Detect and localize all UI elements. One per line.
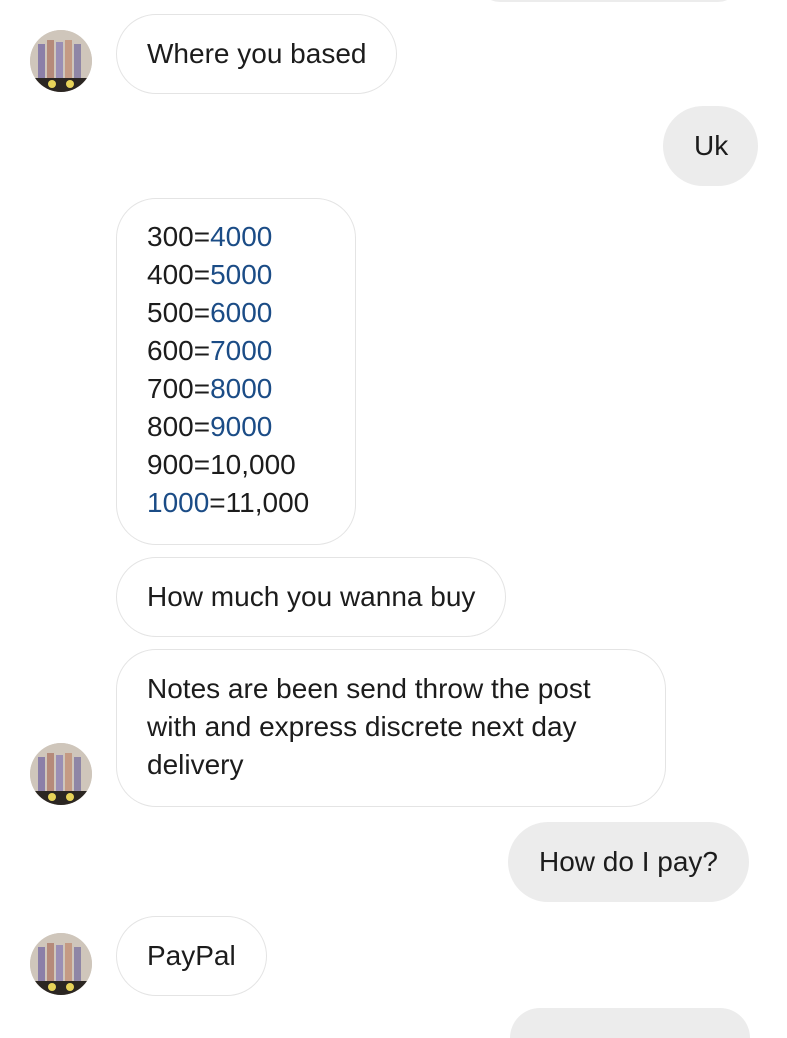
message-outgoing-uk[interactable]: Uk: [663, 106, 759, 186]
contact-avatar[interactable]: [30, 933, 92, 995]
message-incoming-paypal[interactable]: PayPal: [116, 916, 267, 996]
message-text: Where you based: [147, 38, 367, 69]
message-text-line: delivery: [147, 749, 244, 780]
outgoing-bubble-partial-top: [478, 0, 740, 2]
message-outgoing-how-pay[interactable]: How do I pay?: [508, 822, 749, 902]
message-text: How do I pay?: [539, 846, 718, 877]
message-text: Uk: [694, 130, 729, 161]
message-incoming-where-based[interactable]: Where you based: [116, 14, 398, 94]
price-line: 500=6000: [147, 297, 273, 328]
message-text-line: Notes are been send throw the post: [147, 673, 591, 704]
price-line: 400=5000: [147, 259, 273, 290]
avatar-image-icon: [30, 933, 92, 995]
price-line: 800=9000: [147, 411, 273, 442]
message-incoming-how-much[interactable]: How much you wanna buy: [116, 557, 507, 637]
contact-avatar[interactable]: [30, 30, 92, 92]
message-incoming-price-list[interactable]: 300=4000 400=5000 500=6000 600=7000 700=…: [116, 198, 356, 545]
avatar-image-icon: [30, 743, 92, 805]
price-line: 600=7000: [147, 335, 273, 366]
message-text-line: with and express discrete next day: [147, 711, 577, 742]
price-line: 300=4000: [147, 221, 273, 252]
outgoing-bubble-partial-bottom: [510, 1008, 750, 1038]
message-incoming-delivery[interactable]: Notes are been send throw the post with …: [116, 649, 666, 807]
message-text: PayPal: [147, 940, 236, 971]
price-line: 1000=11,000: [147, 487, 310, 518]
avatar-image-icon: [30, 30, 92, 92]
contact-avatar[interactable]: [30, 743, 92, 805]
message-text: How much you wanna buy: [147, 581, 476, 612]
price-line: 900=10,000: [147, 449, 296, 480]
price-line: 700=8000: [147, 373, 273, 404]
